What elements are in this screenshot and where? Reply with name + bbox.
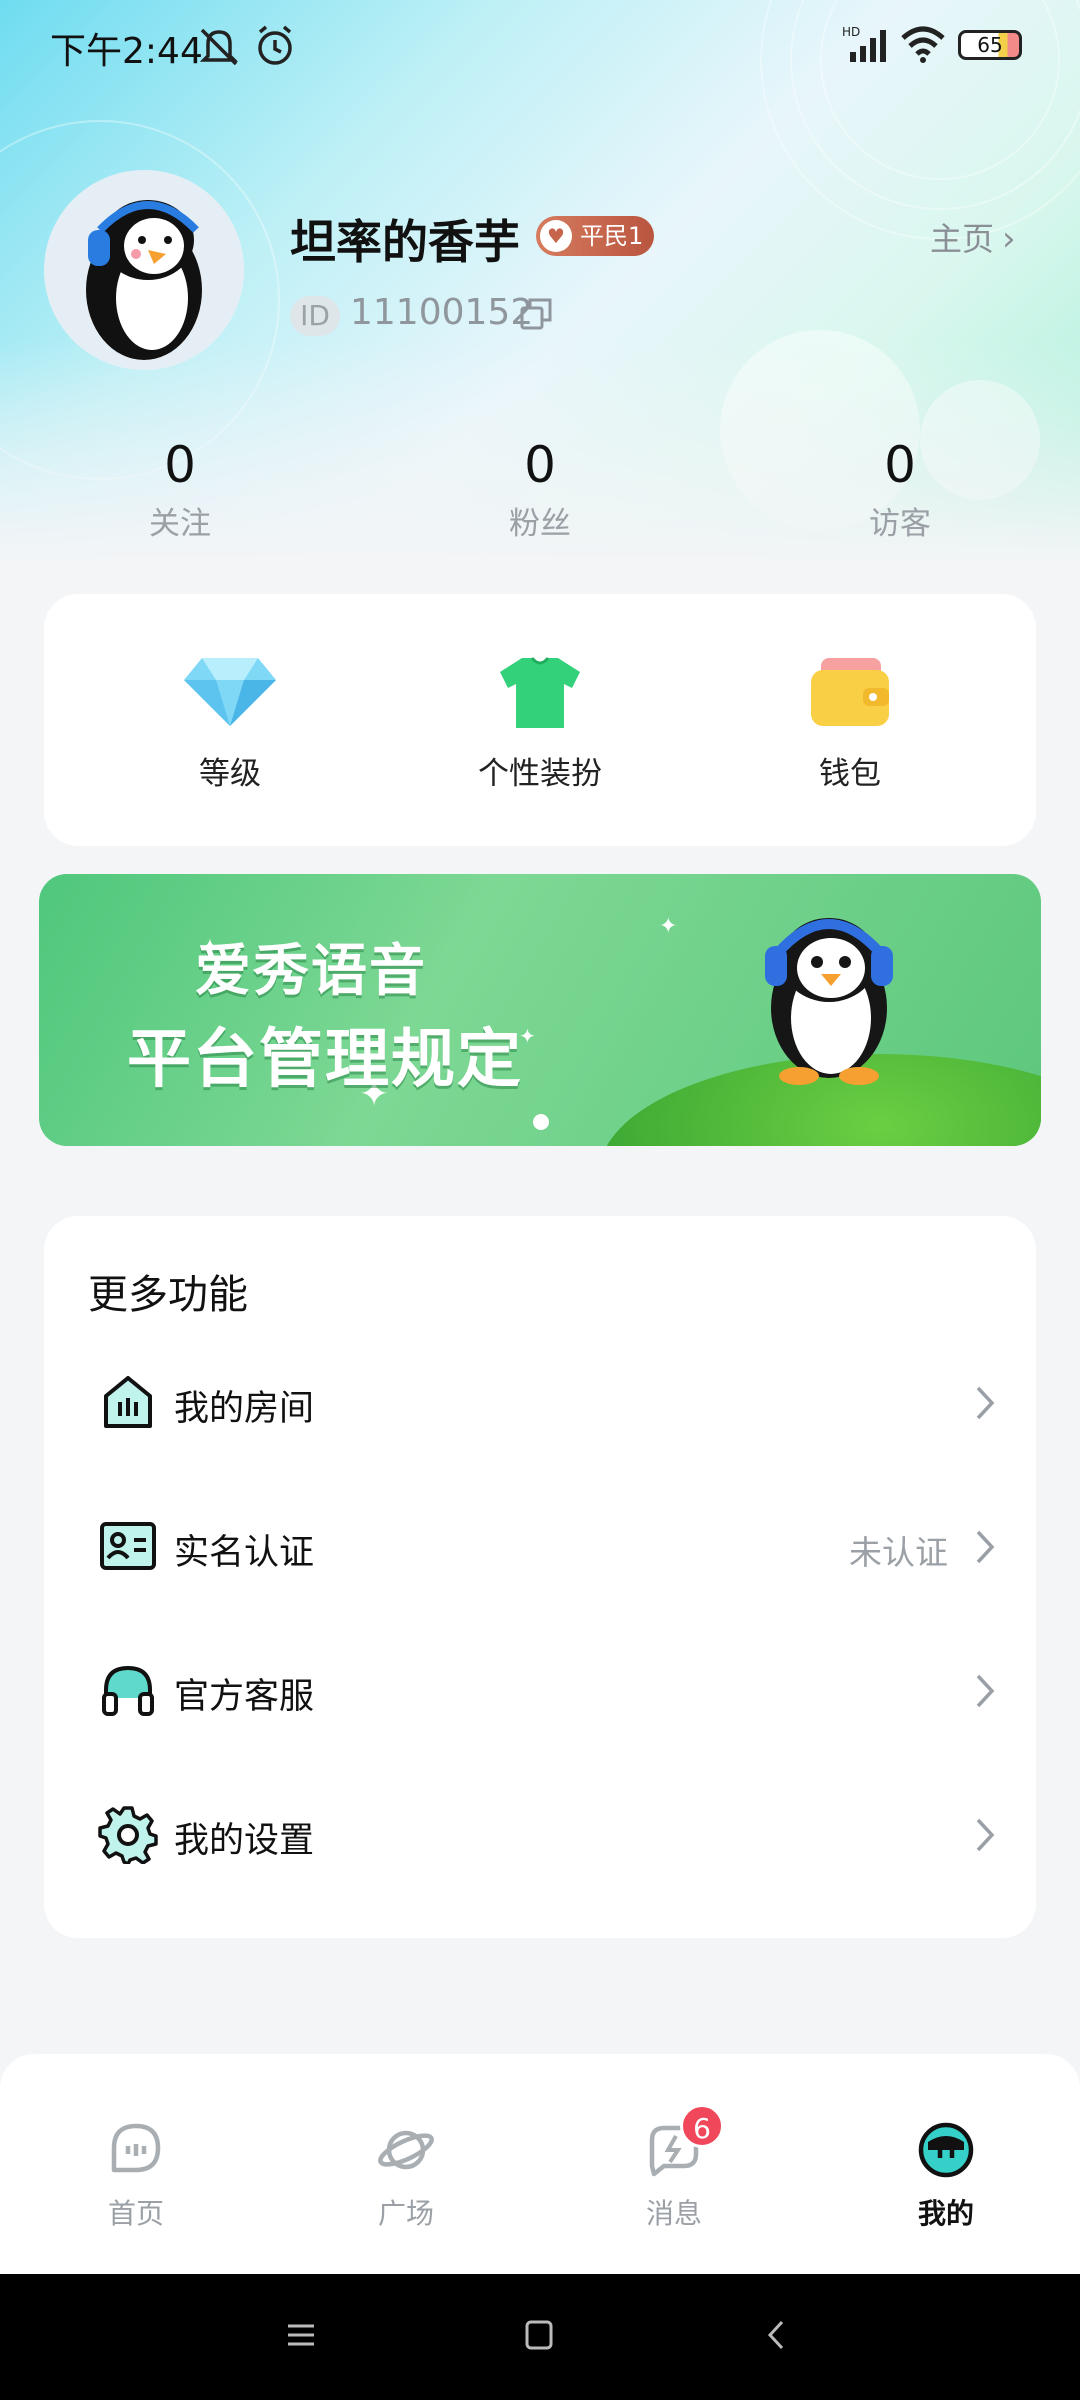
username: 坦率的香芋 <box>290 215 520 269</box>
menu-item-label: 官方客服 <box>174 1677 315 1717</box>
stat-label: 关注 <box>149 506 211 542</box>
menu-item-customer-service[interactable]: 官方客服 <box>44 1620 1036 1764</box>
stat-value: 0 <box>524 436 556 494</box>
status-time: 下午2:44 <box>50 31 203 72</box>
message-count-badge: 6 <box>680 2104 724 2148</box>
avatar[interactable] <box>44 170 244 370</box>
user-id-value: 11100152 <box>350 292 534 333</box>
rank-badge-label: 平民1 <box>580 222 644 250</box>
room-icon <box>104 1376 152 1428</box>
verification-status: 未认证 <box>849 1533 948 1572</box>
menu-item-my-room[interactable]: 我的房间 <box>44 1332 1036 1476</box>
menu-icon[interactable] <box>286 2314 316 2356</box>
wallet-icon <box>811 658 889 726</box>
quick-action-dress-up[interactable]: 个性装扮 <box>440 654 640 793</box>
mute-icon <box>199 28 239 66</box>
id-tag: ID <box>290 296 340 336</box>
chevron-right-icon <box>976 1530 995 1564</box>
menu-item-real-name[interactable]: 实名认证 未认证 <box>44 1476 1036 1620</box>
tab-label: 广场 <box>377 2197 434 2230</box>
tab-label: 首页 <box>107 2197 164 2230</box>
promo-banner[interactable]: ✦ ✦ ✦ ✦ 爱秀语音 平台管理规定 <box>39 874 1041 1146</box>
more-functions-title: 更多功能 <box>88 1272 248 1318</box>
quick-action-level[interactable]: 等级 <box>130 654 330 793</box>
diamond-icon <box>184 658 276 726</box>
profile-face-icon <box>918 2122 974 2178</box>
chevron-right-icon: › <box>1002 219 1016 259</box>
homepage-link-label: 主页 <box>930 220 995 258</box>
shirt-icon <box>500 657 580 728</box>
tab-home[interactable]: 首页 <box>66 2120 206 2232</box>
quick-action-label: 个性装扮 <box>478 756 602 792</box>
headset-icon <box>102 1665 154 1716</box>
battery-icon: 65 <box>958 30 1022 60</box>
tab-label: 消息 <box>645 2197 702 2230</box>
quick-action-wallet[interactable]: 钱包 <box>750 654 950 793</box>
stat-following[interactable]: 0 关注 <box>80 436 280 543</box>
copy-icon[interactable] <box>518 296 554 332</box>
banner-page-indicator <box>533 1114 549 1130</box>
stat-value: 0 <box>884 436 916 494</box>
menu-item-label: 我的设置 <box>174 1821 315 1861</box>
penguin-mascot-icon <box>765 918 893 1085</box>
alarm-icon <box>258 25 292 65</box>
homepage-link[interactable]: 主页 › <box>930 214 1016 260</box>
svg-text:HD: HD <box>842 25 860 39</box>
banner-title-line1: 爱秀语音 <box>195 939 427 1004</box>
id-card-icon <box>100 1522 156 1570</box>
gear-icon <box>98 1806 158 1864</box>
heart-gem-icon: ♥ <box>540 220 572 252</box>
penguin-avatar-icon <box>86 200 202 360</box>
stat-fans[interactable]: 0 粉丝 <box>440 436 640 543</box>
tab-mine[interactable]: 我的 <box>876 2120 1016 2232</box>
quick-action-label: 等级 <box>199 756 261 792</box>
tab-label: 我的 <box>917 2197 974 2230</box>
signal-icon: HD <box>842 25 886 62</box>
home-square-icon[interactable] <box>524 2314 554 2356</box>
rank-badge: ♥ 平民1 <box>536 216 654 256</box>
tab-messages[interactable]: 消息 <box>604 2120 744 2232</box>
stat-label: 粉丝 <box>509 506 571 542</box>
stat-visitors[interactable]: 0 访客 <box>800 436 1000 543</box>
stat-value: 0 <box>164 436 196 494</box>
chevron-right-icon <box>976 1386 995 1420</box>
menu-item-settings[interactable]: 我的设置 <box>44 1764 1036 1908</box>
wifi-icon <box>901 26 945 63</box>
tab-plaza[interactable]: 广场 <box>336 2120 476 2232</box>
home-chat-icon <box>111 2123 161 2173</box>
stat-label: 访客 <box>869 506 931 542</box>
back-icon[interactable] <box>762 2314 792 2356</box>
quick-action-label: 钱包 <box>819 756 881 792</box>
chevron-right-icon <box>976 1674 995 1708</box>
menu-item-label: 实名认证 <box>174 1533 315 1573</box>
banner-title-line2: 平台管理规定 <box>127 1023 523 1097</box>
system-navigation-bar <box>0 2274 1080 2400</box>
menu-item-label: 我的房间 <box>174 1389 315 1429</box>
status-bar: 下午2:44 HD 65 <box>0 0 1080 92</box>
chevron-right-icon <box>976 1818 995 1852</box>
planet-icon <box>378 2130 434 2170</box>
